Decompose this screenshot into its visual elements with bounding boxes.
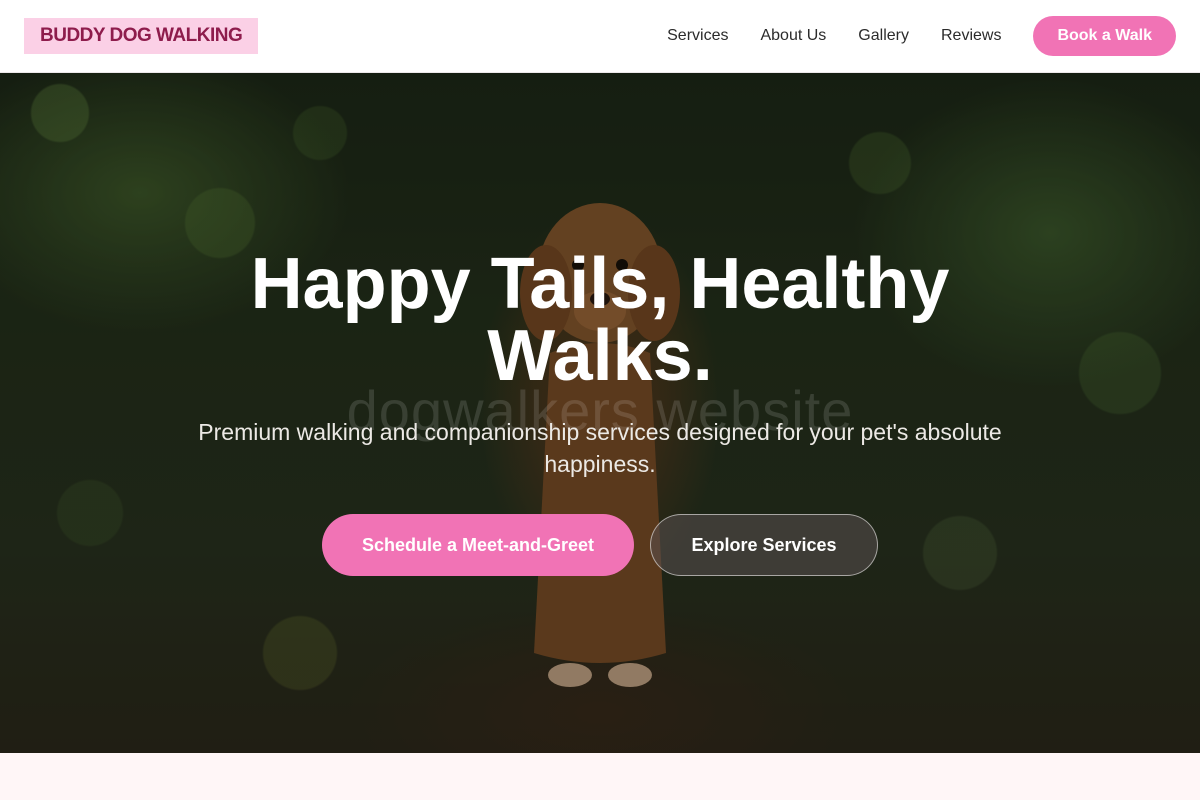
main-nav: Services About Us Gallery Reviews Book a… [667, 16, 1176, 56]
schedule-meet-and-greet-button[interactable]: Schedule a Meet-and-Greet [322, 514, 634, 576]
nav-link-about-us[interactable]: About Us [760, 27, 826, 45]
next-section-preview [0, 753, 1200, 800]
nav-link-reviews[interactable]: Reviews [941, 27, 1001, 45]
book-a-walk-button[interactable]: Book a Walk [1033, 16, 1176, 56]
hero-title: Happy Tails, Healthy Walks. [250, 244, 950, 396]
hero-subtitle: Premium walking and companionship servic… [198, 419, 1002, 477]
nav-link-services[interactable]: Services [667, 27, 728, 45]
hero-section: dogwalkers website Happy Tails, Healthy … [0, 73, 1200, 753]
nav-link-gallery[interactable]: Gallery [858, 27, 909, 45]
explore-services-button[interactable]: Explore Services [650, 514, 878, 576]
hero-button-group: Schedule a Meet-and-Greet Explore Servic… [0, 514, 1200, 576]
brand-logo[interactable]: BUDDY DOG WALKING [24, 18, 259, 54]
site-header: BUDDY DOG WALKING Services About Us Gall… [0, 0, 1200, 73]
